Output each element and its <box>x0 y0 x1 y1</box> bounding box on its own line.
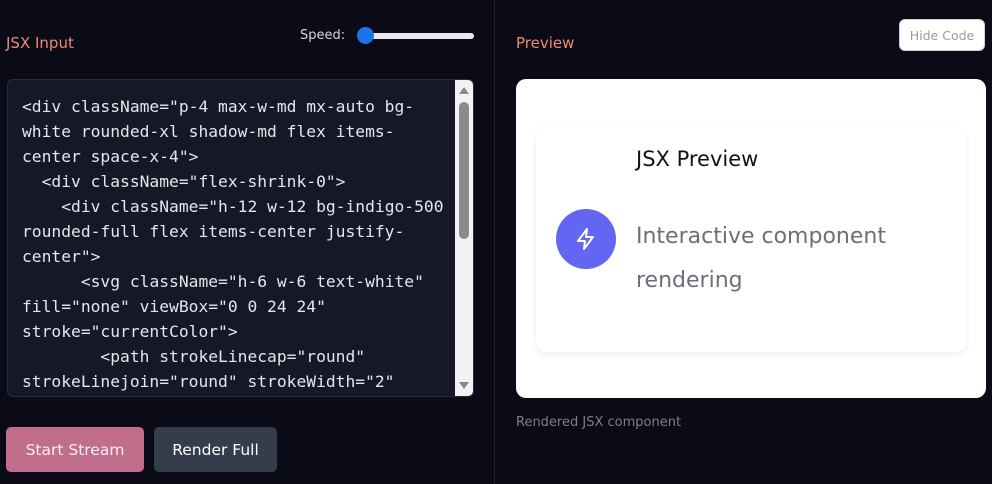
jsx-input-title: JSX Input <box>6 34 74 52</box>
render-full-button[interactable]: Render Full <box>154 427 277 472</box>
preview-card: JSX Preview Interactive component render… <box>536 127 966 352</box>
code-scrollbar[interactable] <box>455 80 473 396</box>
scroll-up-icon[interactable] <box>459 87 469 94</box>
speed-slider[interactable] <box>364 33 474 39</box>
jsx-code-text[interactable]: <div className="p-4 max-w-md mx-auto bg-… <box>22 94 452 394</box>
preview-caption: Rendered JSX component <box>516 415 682 430</box>
preview-frame: JSX Preview Interactive component render… <box>516 79 986 398</box>
preview-title: Preview <box>516 34 575 52</box>
start-stream-button[interactable]: Start Stream <box>6 427 144 472</box>
jsx-code-editor[interactable]: <div className="p-4 max-w-md mx-auto bg-… <box>7 79 474 397</box>
lightning-bolt-icon <box>577 228 594 250</box>
card-description: Interactive component rendering <box>636 224 886 293</box>
scroll-down-icon[interactable] <box>459 382 469 389</box>
hide-code-button[interactable]: Hide Code <box>899 19 985 51</box>
jsx-input-pane: JSX Input Speed: <div className="p-4 max… <box>0 0 495 484</box>
speed-label: Speed: <box>300 28 346 43</box>
scrollbar-thumb[interactable] <box>459 102 469 239</box>
speed-slider-thumb[interactable] <box>357 27 374 44</box>
preview-pane: Preview Hide Code JSX Preview Interactiv… <box>496 0 992 484</box>
card-title: JSX Preview <box>636 147 759 171</box>
icon-badge <box>556 209 616 269</box>
